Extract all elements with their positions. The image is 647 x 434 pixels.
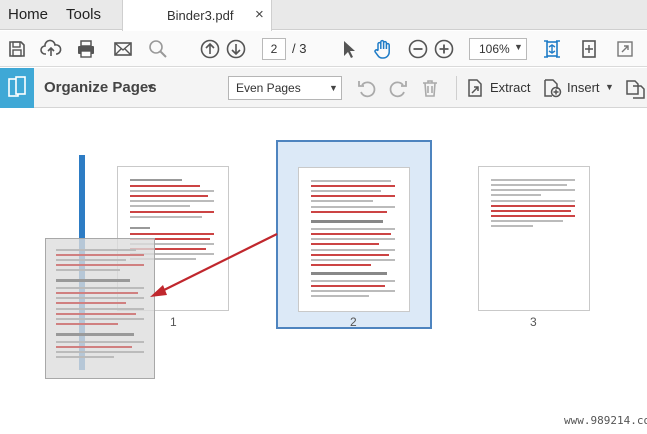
close-icon[interactable]: ×: [255, 6, 264, 23]
select-cursor-icon[interactable]: [337, 38, 359, 60]
tab-bar: Home Tools Binder3.pdf ×: [0, 0, 647, 31]
page-view-icon[interactable]: [578, 38, 600, 60]
zoom-select[interactable]: 106% ▼: [469, 38, 527, 60]
page-range-select[interactable]: Even Pages ▼: [228, 76, 342, 100]
insert-button[interactable]: Insert: [567, 80, 600, 95]
zoom-in-icon[interactable]: [433, 38, 455, 60]
rotate-left-icon[interactable]: [356, 77, 378, 99]
zoom-value: 106%: [479, 42, 510, 56]
chevron-down-icon[interactable]: ▼: [605, 82, 614, 92]
page-thumbnail-2-selected[interactable]: [276, 140, 432, 329]
organize-pages-bar: Organize Pages ▼ Even Pages ▼ Extract In…: [0, 68, 647, 108]
save-icon[interactable]: [6, 38, 28, 60]
tab-home[interactable]: Home: [8, 6, 48, 23]
main-toolbar: 2 / 3 106% ▼: [0, 31, 647, 67]
document-tab-label: Binder3.pdf: [167, 8, 234, 23]
extract-button[interactable]: Extract: [490, 80, 530, 95]
dragged-page-ghost[interactable]: [45, 238, 155, 379]
chevron-down-icon: ▼: [329, 83, 338, 93]
previous-page-icon[interactable]: [199, 38, 221, 60]
replace-icon[interactable]: [624, 77, 646, 99]
search-icon[interactable]: [147, 38, 169, 60]
print-icon[interactable]: [75, 38, 97, 60]
page-number-input[interactable]: 2: [262, 38, 286, 60]
chevron-down-icon: ▼: [514, 42, 523, 52]
upload-cloud-icon[interactable]: [40, 38, 62, 60]
watermark: www.989214.com: [564, 414, 647, 427]
tab-tools[interactable]: Tools: [66, 6, 101, 23]
delete-icon[interactable]: [419, 77, 441, 99]
toolbar-divider: [456, 76, 457, 100]
tab-document[interactable]: Binder3.pdf ×: [122, 0, 272, 31]
zoom-out-icon[interactable]: [407, 38, 429, 60]
page-number-label: 2: [350, 315, 357, 329]
organize-pages-icon[interactable]: [0, 68, 34, 108]
page-count: / 3: [292, 41, 307, 56]
next-page-icon[interactable]: [225, 38, 247, 60]
email-icon[interactable]: [112, 38, 134, 60]
full-screen-icon[interactable]: [614, 38, 636, 60]
page-thumbnail-2: [298, 167, 410, 312]
page-number-label: 1: [170, 315, 177, 329]
page-thumbnails-area: 1 2 3 www.989214.co: [0, 109, 647, 434]
page-number-label: 3: [530, 315, 537, 329]
insert-icon[interactable]: [541, 77, 563, 99]
page-range-value: Even Pages: [236, 81, 301, 95]
hand-tool-icon[interactable]: [372, 38, 394, 60]
fit-page-icon[interactable]: [541, 38, 563, 60]
rotate-right-icon[interactable]: [387, 77, 409, 99]
organize-pages-title[interactable]: Organize Pages: [44, 79, 157, 96]
chevron-down-icon[interactable]: ▼: [146, 82, 155, 92]
extract-icon[interactable]: [464, 77, 486, 99]
page-thumbnail-3[interactable]: [478, 166, 590, 311]
